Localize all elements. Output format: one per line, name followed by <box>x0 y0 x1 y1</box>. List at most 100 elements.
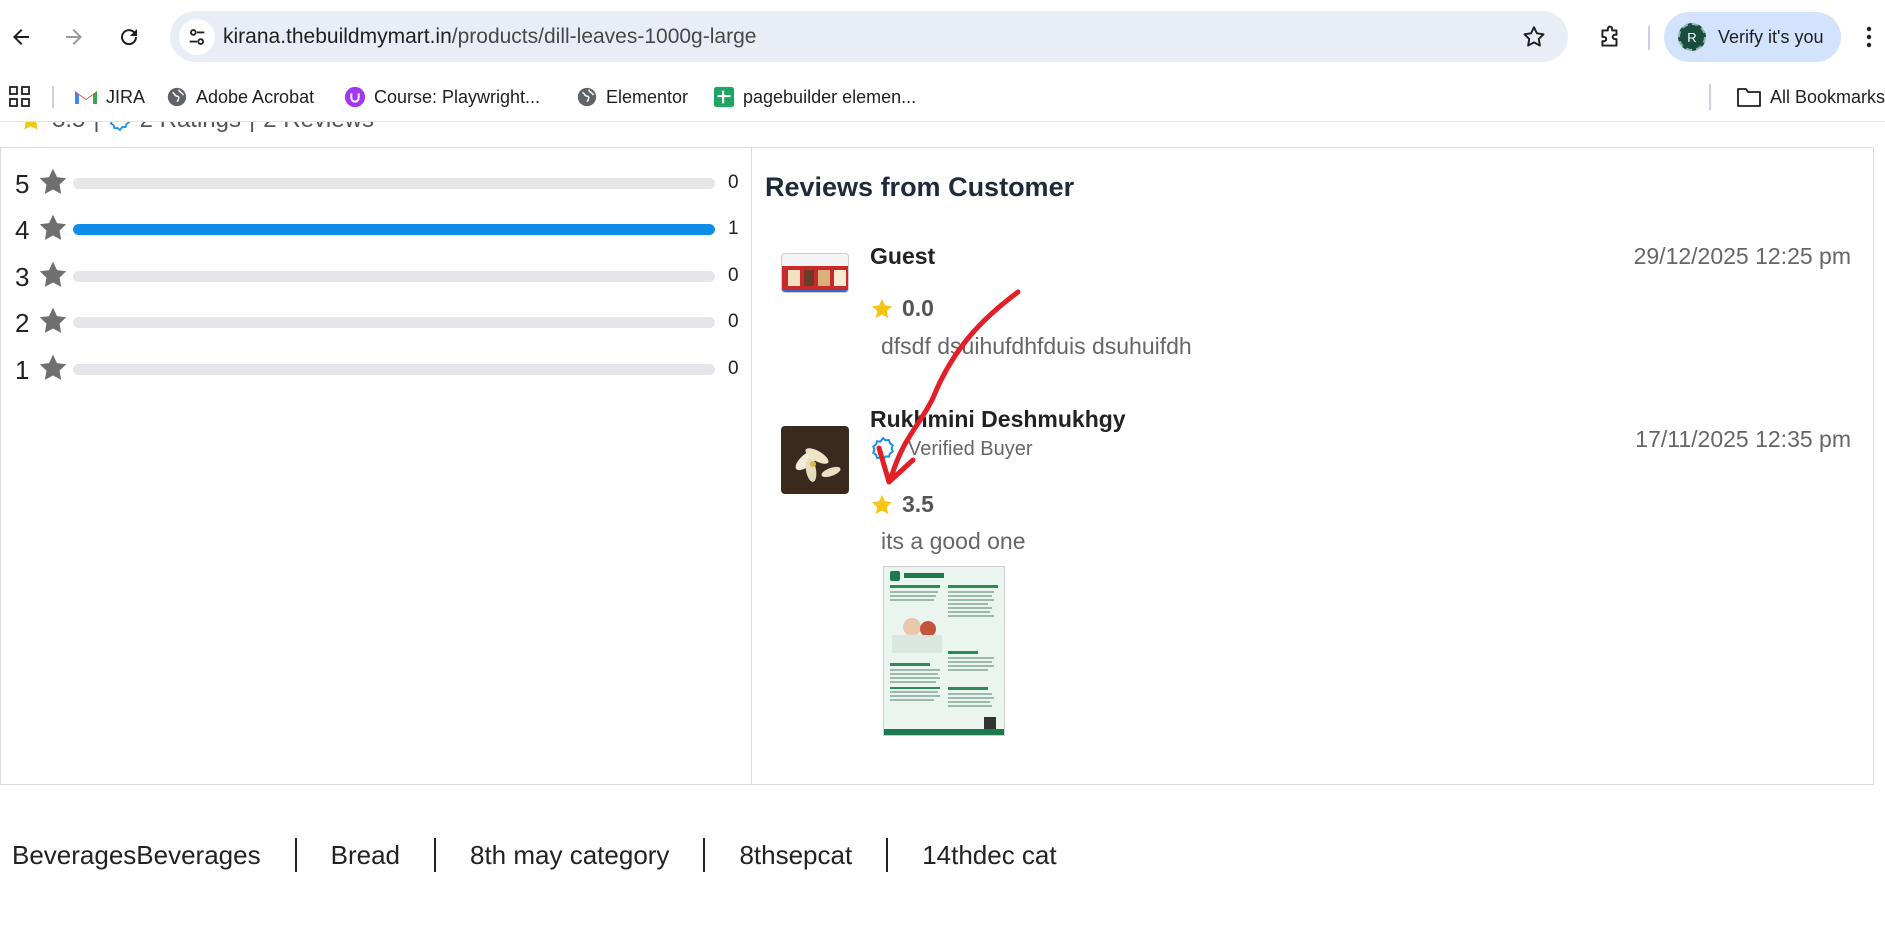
reviews-list: Reviews from Customer Guest 29/12/2025 1… <box>753 148 1873 784</box>
site-info-button[interactable] <box>179 19 215 55</box>
star-outline-icon <box>1523 26 1545 47</box>
bookmarks-divider <box>52 86 54 108</box>
review-rating-value: 3.5 <box>902 491 934 517</box>
reviewer-name: Rukhmini Deshmukhgy <box>870 406 1126 432</box>
page-content: 3.5 | 2 Ratings | 2 Reviews 5 0 4 1 3 <box>0 122 1885 940</box>
rating-summary: 3.5 | 2 Ratings | 2 Reviews <box>18 122 374 134</box>
bookmark-adobe-acrobat[interactable]: Adobe Acrobat <box>166 82 314 112</box>
star-filled-icon <box>39 307 67 333</box>
url-text[interactable]: kirana.thebuildmymart.in/products/dill-l… <box>223 25 756 49</box>
rating-bar <box>73 178 715 189</box>
summary-ratings: 2 Ratings <box>140 122 241 134</box>
bookmark-jira[interactable]: JIRA <box>74 82 145 112</box>
review-rating-value: 0.0 <box>902 295 934 321</box>
apps-grid-button[interactable] <box>8 85 32 114</box>
reviewer-thumbnail <box>782 254 848 292</box>
rating-bar <box>73 317 715 328</box>
browser-chrome: kirana.thebuildmymart.in/products/dill-l… <box>0 0 1885 122</box>
star-filled-icon <box>24 122 38 130</box>
verified-buyer-label: Verified Buyer <box>908 437 1033 460</box>
bookmark-label: pagebuilder elemen... <box>743 86 917 107</box>
rating-bar <box>73 271 715 282</box>
rating-row-1: 1 0 <box>15 352 745 385</box>
kebab-menu-icon <box>1866 26 1872 48</box>
rating-count: 0 <box>728 265 739 286</box>
apps-grid-icon <box>9 86 30 107</box>
star-filled-icon <box>872 494 892 514</box>
rating-row-2: 2 0 <box>15 305 745 338</box>
rating-star-number: 1 <box>15 355 30 385</box>
rating-bar <box>73 364 715 375</box>
rating-star-number: 4 <box>15 215 30 245</box>
review-date: 17/11/2025 12:35 pm <box>1635 426 1851 452</box>
bookmark-label: Elementor <box>606 86 689 107</box>
category-link[interactable]: 8th may category <box>434 838 703 872</box>
star-filled-icon <box>39 261 67 287</box>
reviews-title: Reviews from Customer <box>765 172 1075 202</box>
address-bar[interactable]: kirana.thebuildmymart.in/products/dill-l… <box>170 11 1568 62</box>
globe-icon <box>167 87 187 107</box>
reload-button[interactable] <box>112 20 146 54</box>
rating-breakdown: 5 0 4 1 3 0 2 0 1 0 <box>1 148 752 784</box>
review-item: Rukhmini Deshmukhgy Verified Buyer 17/11… <box>781 406 1861 766</box>
rating-star-number: 2 <box>15 308 30 338</box>
star-filled-icon <box>872 298 892 318</box>
verified-badge-icon <box>109 122 130 132</box>
bookmarks-bar: JIRA Adobe Acrobat Course: Playwright...… <box>0 74 1885 122</box>
review-attachment-image[interactable] <box>883 566 1005 736</box>
review-text: dfsdf dsuihufdhfduis dsuhuifdh <box>881 333 1192 359</box>
reload-icon <box>121 29 138 46</box>
category-link[interactable]: 8thsepcat <box>703 838 886 872</box>
url-host: kirana.thebuildmymart.in <box>223 25 452 48</box>
category-link[interactable]: 14thdec cat <box>886 838 1090 872</box>
extensions-button[interactable] <box>1592 20 1628 56</box>
puzzle-icon <box>1601 25 1618 47</box>
reviewer-avatar <box>781 253 849 293</box>
rating-count: 0 <box>728 172 739 193</box>
review-text: its a good one <box>881 528 1026 554</box>
category-link[interactable]: BeveragesBeverages <box>12 838 295 872</box>
all-bookmarks-button[interactable]: All Bookmarks <box>1736 82 1885 112</box>
tune-icon <box>189 29 205 45</box>
profile-avatar: R <box>1678 23 1706 51</box>
bookmark-pagebuilder[interactable]: pagebuilder elemen... <box>713 82 916 112</box>
reviews-panel: 5 0 4 1 3 0 2 0 1 0 Reviews from Custome… <box>0 147 1874 785</box>
summary-average: 3.5 <box>52 122 85 134</box>
rating-row-3: 3 0 <box>15 259 745 292</box>
verified-buyer-badge: Verified Buyer <box>870 436 1033 462</box>
category-link[interactable]: Bread <box>294 838 434 872</box>
back-button[interactable] <box>4 20 38 54</box>
star-filled-icon <box>39 168 67 194</box>
rating-row-4: 4 1 <box>15 212 745 245</box>
google-sheets-icon <box>713 86 735 108</box>
review-item: Guest 29/12/2025 12:25 pm 0.0 dfsdf dsui… <box>781 243 1861 359</box>
arrow-left-icon <box>13 29 29 45</box>
reviewer-photo <box>781 426 849 494</box>
bookmarks-divider <box>1709 84 1711 110</box>
rating-count: 0 <box>728 358 739 379</box>
star-filled-icon <box>39 354 67 380</box>
all-bookmarks-label: All Bookmarks <box>1770 86 1885 107</box>
bookmark-star-button[interactable] <box>1520 23 1548 51</box>
review-rating: 3.5 <box>870 491 934 518</box>
browser-menu-button[interactable] <box>1858 20 1880 54</box>
folder-icon <box>1737 88 1761 107</box>
arrow-right-icon <box>66 29 82 45</box>
bookmark-course-playwright[interactable]: Course: Playwright... <box>344 82 540 112</box>
profile-verify-chip[interactable]: R Verify it's you <box>1664 12 1841 62</box>
star-filled-icon <box>39 214 67 240</box>
bookmark-label: Adobe Acrobat <box>196 86 315 107</box>
review-date: 29/12/2025 12:25 pm <box>1633 243 1851 269</box>
verify-label: Verify it's you <box>1718 27 1824 47</box>
rating-bar-fill <box>73 224 715 235</box>
rating-star-number: 5 <box>15 169 30 199</box>
bookmark-elementor[interactable]: Elementor <box>576 82 688 112</box>
bookmark-label: JIRA <box>106 86 146 107</box>
rating-bar <box>73 224 715 235</box>
rating-row-5: 5 0 <box>15 166 745 199</box>
attachment-thumbnail <box>884 567 1004 735</box>
forward-button[interactable] <box>57 20 91 54</box>
verified-badge-icon <box>872 436 894 462</box>
browser-toolbar: kirana.thebuildmymart.in/products/dill-l… <box>0 0 1885 74</box>
rating-count: 1 <box>728 218 739 239</box>
